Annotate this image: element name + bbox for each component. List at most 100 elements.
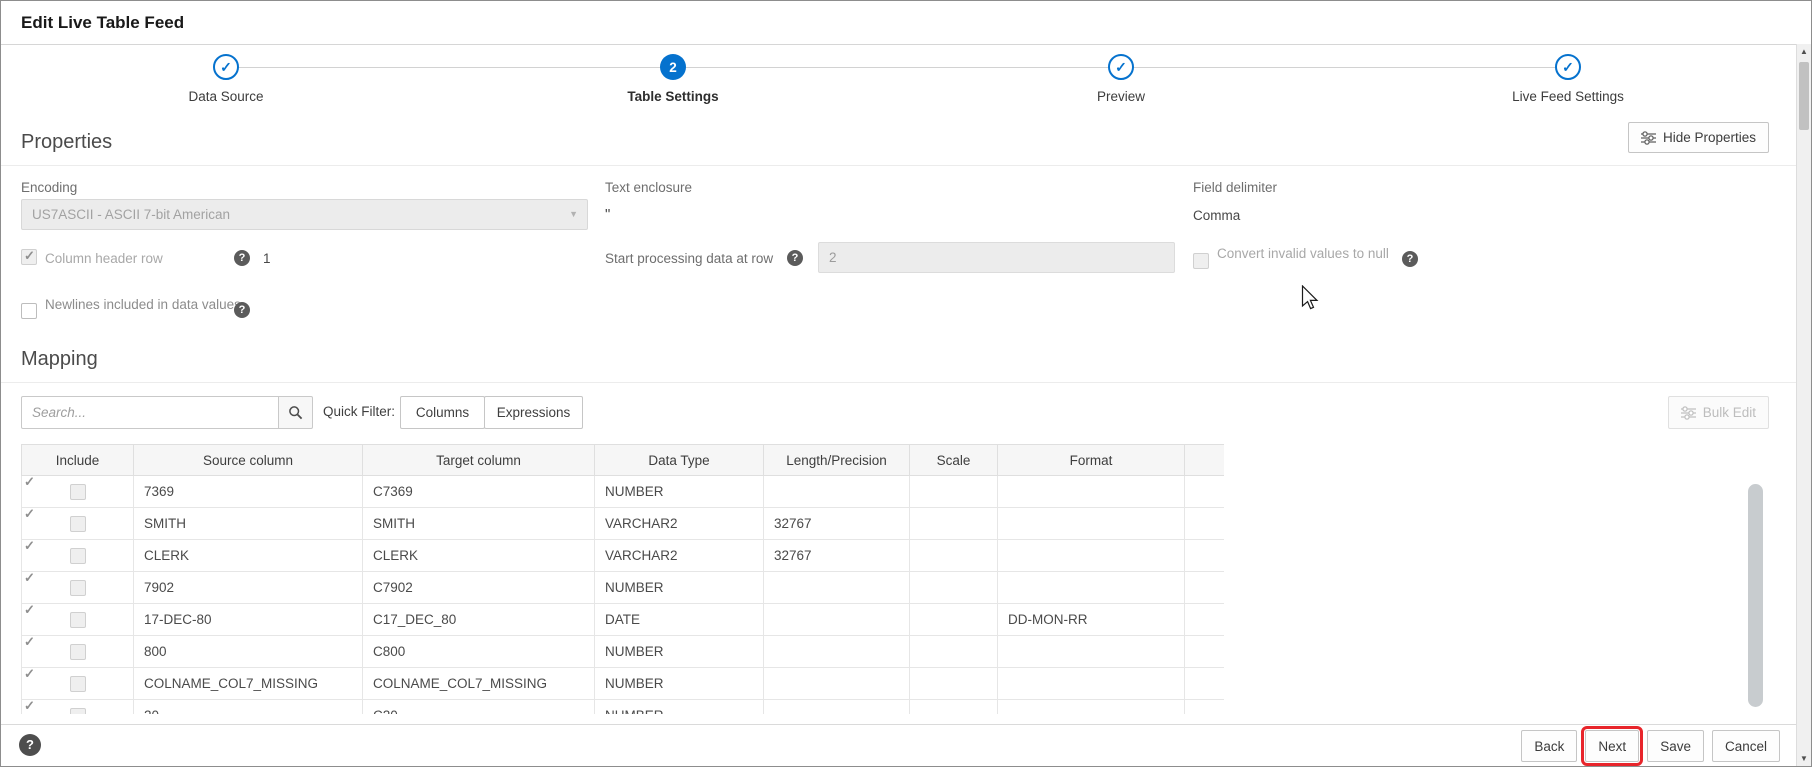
column-header-row-value: 1 bbox=[263, 251, 271, 266]
cell-length bbox=[763, 699, 910, 714]
include-checkbox[interactable] bbox=[69, 547, 86, 564]
cancel-button[interactable]: Cancel bbox=[1711, 730, 1780, 762]
text-enclosure-label: Text enclosure bbox=[605, 180, 693, 195]
column-header: Data Type bbox=[594, 444, 764, 476]
cell-source: 800 bbox=[133, 635, 363, 668]
cell-scale bbox=[909, 667, 998, 700]
bulk-edit-button[interactable]: Bulk Edit bbox=[1667, 396, 1769, 429]
cell-format bbox=[997, 699, 1185, 714]
cell-length bbox=[763, 603, 910, 636]
cell-include bbox=[21, 667, 134, 700]
newlines-checkbox[interactable] bbox=[21, 303, 37, 319]
cell-scale bbox=[909, 571, 998, 604]
cell-empty bbox=[1184, 571, 1224, 604]
encoding-value: US7ASCII - ASCII 7-bit American bbox=[32, 207, 231, 222]
step-table-settings[interactable]: 2 Table Settings bbox=[563, 54, 783, 104]
include-checkbox[interactable] bbox=[69, 579, 86, 596]
filter-columns-button[interactable]: Columns bbox=[400, 396, 485, 429]
cell-format bbox=[997, 635, 1185, 668]
cell-format bbox=[997, 539, 1185, 572]
search-button[interactable] bbox=[278, 396, 313, 429]
back-button[interactable]: Back bbox=[1521, 730, 1578, 762]
hide-properties-button[interactable]: Hide Properties bbox=[1627, 122, 1769, 153]
save-button[interactable]: Save bbox=[1647, 730, 1704, 762]
column-header: Include bbox=[21, 444, 134, 476]
sliders-icon bbox=[1680, 405, 1696, 420]
help-icon[interactable]: ? bbox=[1402, 251, 1418, 267]
help-icon[interactable]: ? bbox=[787, 250, 803, 266]
table-row: 800C800NUMBER bbox=[21, 635, 1224, 668]
cell-source: 7902 bbox=[133, 571, 363, 604]
mapping-heading: Mapping bbox=[21, 348, 98, 370]
scroll-down-icon[interactable]: ▼ bbox=[1797, 751, 1811, 766]
cell-include bbox=[21, 571, 134, 604]
quick-filter-label: Quick Filter: bbox=[323, 404, 396, 419]
cell-include bbox=[21, 475, 134, 508]
cell-type: DATE bbox=[594, 603, 764, 636]
cell-target: C7369 bbox=[362, 475, 595, 508]
cell-source: COLNAME_COL7_MISSING bbox=[133, 667, 363, 700]
cell-format bbox=[997, 507, 1185, 540]
cell-type: VARCHAR2 bbox=[594, 507, 764, 540]
cell-empty bbox=[1184, 699, 1224, 714]
cell-type: NUMBER bbox=[594, 475, 764, 508]
cell-length bbox=[763, 667, 910, 700]
dialog-scrollbar-thumb[interactable] bbox=[1799, 62, 1809, 130]
mapping-divider bbox=[1, 382, 1796, 383]
table-row: SMITHSMITHVARCHAR232767 bbox=[21, 507, 1224, 540]
step-label: Table Settings bbox=[627, 89, 719, 104]
include-checkbox[interactable] bbox=[69, 707, 86, 714]
bulk-edit-label: Bulk Edit bbox=[1702, 405, 1756, 420]
column-header-row-checkbox[interactable] bbox=[21, 248, 37, 265]
help-icon[interactable]: ? bbox=[234, 250, 250, 266]
filter-expressions-button[interactable]: Expressions bbox=[484, 396, 583, 429]
table-row: 20C20NUMBER bbox=[21, 699, 1224, 714]
mapping-table: Include Source column Target column Data Ty… bbox=[21, 444, 1224, 714]
cell-target: CLERK bbox=[362, 539, 595, 572]
stepper-line bbox=[226, 67, 1568, 68]
next-button[interactable]: Next bbox=[1581, 726, 1644, 766]
include-checkbox[interactable] bbox=[69, 643, 86, 660]
cell-source: CLERK bbox=[133, 539, 363, 572]
table-row: CLERKCLERKVARCHAR232767 bbox=[21, 539, 1224, 572]
cell-empty bbox=[1184, 635, 1224, 668]
properties-heading: Properties bbox=[21, 131, 113, 153]
start-processing-input[interactable] bbox=[818, 242, 1175, 273]
check-icon: ✓ bbox=[1562, 58, 1574, 75]
help-icon[interactable]: ? bbox=[234, 302, 250, 318]
step-live-feed-settings[interactable]: ✓ Live Feed Settings bbox=[1458, 54, 1678, 104]
cell-include bbox=[21, 635, 134, 668]
cell-target: COLNAME_COL7_MISSING bbox=[362, 667, 595, 700]
include-checkbox[interactable] bbox=[69, 483, 86, 500]
include-checkbox[interactable] bbox=[69, 675, 86, 692]
convert-invalid-checkbox[interactable] bbox=[1193, 253, 1209, 269]
properties-divider bbox=[1, 165, 1796, 166]
cell-include bbox=[21, 539, 134, 572]
dialog-title: Edit Live Table Feed bbox=[21, 13, 185, 32]
cell-scale bbox=[909, 507, 998, 540]
table-scrollbar-thumb[interactable] bbox=[1748, 484, 1763, 707]
table-row: 7902C7902NUMBER bbox=[21, 571, 1224, 604]
help-icon[interactable]: ? bbox=[19, 734, 41, 756]
step-preview[interactable]: ✓ Preview bbox=[1011, 54, 1231, 104]
sliders-icon bbox=[1640, 130, 1656, 145]
scroll-up-icon[interactable]: ▲ bbox=[1797, 44, 1811, 59]
cell-source: 20 bbox=[133, 699, 363, 714]
cell-empty bbox=[1184, 507, 1224, 540]
edit-live-table-feed-dialog: Edit Live Table Feed ✓ Data Source 2 Tab… bbox=[0, 0, 1812, 767]
hide-properties-label: Hide Properties bbox=[1662, 130, 1756, 145]
column-header: Source column bbox=[133, 444, 363, 476]
encoding-select[interactable]: US7ASCII - ASCII 7-bit American ▼ bbox=[21, 199, 588, 230]
step-current-marker: 2 bbox=[660, 54, 686, 80]
cell-target: SMITH bbox=[362, 507, 595, 540]
cell-type: VARCHAR2 bbox=[594, 539, 764, 572]
table-row: COLNAME_COL7_MISSINGCOLNAME_COL7_MISSING… bbox=[21, 667, 1224, 700]
cell-empty bbox=[1184, 539, 1224, 572]
cell-scale bbox=[909, 603, 998, 636]
include-checkbox[interactable] bbox=[69, 515, 86, 532]
step-number: 2 bbox=[669, 59, 677, 75]
dialog-scrollbar[interactable]: ▲ ▼ bbox=[1796, 44, 1811, 766]
include-checkbox[interactable] bbox=[69, 611, 86, 628]
step-data-source[interactable]: ✓ Data Source bbox=[116, 54, 336, 104]
search-input[interactable] bbox=[21, 396, 279, 429]
